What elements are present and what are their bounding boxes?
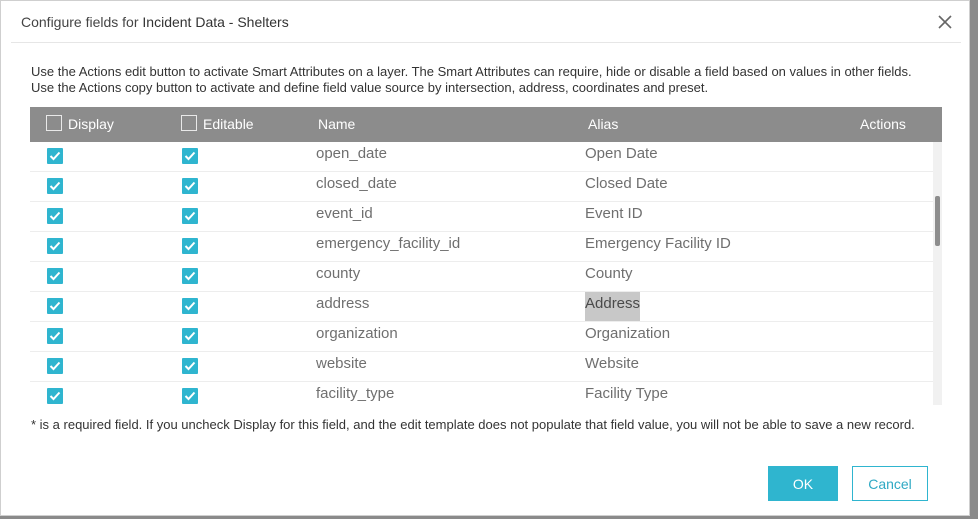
configure-fields-dialog: Configure fields for Incident Data - She…: [0, 0, 970, 516]
editable-checkbox[interactable]: [182, 328, 198, 344]
header-name: Name: [318, 116, 356, 132]
table-row[interactable]: event_id Event ID: [30, 202, 934, 232]
header-actions: Actions: [860, 116, 906, 132]
field-name: organization: [316, 325, 398, 342]
table-row[interactable]: website Website: [30, 352, 934, 382]
display-checkbox[interactable]: [47, 298, 63, 314]
dialog-title: Configure fields for Incident Data - She…: [21, 14, 289, 30]
field-alias[interactable]: Emergency Facility ID: [585, 232, 731, 261]
field-alias[interactable]: Open Date: [585, 142, 658, 171]
editable-checkbox[interactable]: [182, 388, 198, 404]
table-header: Display Editable Name Alias Actions: [30, 107, 942, 142]
display-checkbox[interactable]: [47, 388, 63, 404]
dialog-titlebar: Configure fields for Incident Data - She…: [11, 1, 961, 43]
editable-checkbox[interactable]: [182, 298, 198, 314]
field-name: address: [316, 295, 370, 312]
dialog-description: Use the Actions edit button to activate …: [31, 64, 912, 95]
editable-checkbox[interactable]: [182, 268, 198, 284]
editable-checkbox[interactable]: [182, 148, 198, 164]
header-display: Display: [46, 107, 114, 142]
display-checkbox[interactable]: [47, 328, 63, 344]
close-icon: [938, 15, 952, 29]
required-field-footnote: * is a required field. If you uncheck Di…: [31, 417, 915, 432]
field-name: event_id: [316, 205, 373, 222]
display-checkbox[interactable]: [47, 268, 63, 284]
field-name: website: [316, 355, 367, 372]
field-name: open_date: [316, 145, 387, 162]
field-alias[interactable]: Website: [585, 352, 639, 381]
display-checkbox[interactable]: [47, 358, 63, 374]
display-checkbox[interactable]: [47, 148, 63, 164]
table-scrollbar[interactable]: [933, 142, 942, 405]
field-name: closed_date: [316, 175, 397, 192]
field-alias[interactable]: Address: [585, 292, 641, 321]
editable-checkbox[interactable]: [182, 178, 198, 194]
dialog-title-prefix: Configure fields for: [21, 14, 143, 30]
display-checkbox[interactable]: [47, 238, 63, 254]
header-editable: Editable: [181, 107, 254, 142]
table-row[interactable]: closed_date Closed Date: [30, 172, 934, 202]
table-row[interactable]: county County: [30, 262, 934, 292]
ok-button[interactable]: OK: [768, 466, 838, 501]
table-row[interactable]: address Address: [30, 292, 934, 322]
scrollbar-thumb[interactable]: [935, 196, 940, 246]
fields-table-body: open_date Open Date closed_date Closed Date…: [30, 142, 942, 405]
editable-checkbox[interactable]: [182, 238, 198, 254]
field-name: facility_type: [316, 385, 395, 402]
display-all-checkbox[interactable]: [46, 115, 62, 132]
field-alias[interactable]: County: [585, 262, 633, 291]
field-alias[interactable]: Closed Date: [585, 172, 668, 201]
close-button[interactable]: [935, 12, 955, 32]
editable-all-checkbox[interactable]: [181, 115, 197, 132]
header-editable-label: Editable: [203, 116, 254, 132]
display-checkbox[interactable]: [47, 178, 63, 194]
cancel-button[interactable]: Cancel: [852, 466, 928, 501]
display-checkbox[interactable]: [47, 208, 63, 224]
field-name: emergency_facility_id: [316, 235, 461, 252]
header-alias: Alias: [588, 116, 619, 132]
field-alias[interactable]: Organization: [585, 322, 670, 351]
field-name: county: [316, 265, 361, 282]
field-alias[interactable]: Event ID: [585, 202, 643, 231]
editable-checkbox[interactable]: [182, 208, 198, 224]
table-row[interactable]: open_date Open Date: [30, 142, 934, 172]
editable-checkbox[interactable]: [182, 358, 198, 374]
header-display-label: Display: [68, 116, 114, 132]
dialog-title-layer: Incident Data - Shelters: [142, 14, 289, 30]
table-row[interactable]: facility_type Facility Type: [30, 382, 934, 405]
field-alias[interactable]: Facility Type: [585, 382, 668, 405]
table-row[interactable]: organization Organization: [30, 322, 934, 352]
table-row[interactable]: emergency_facility_id Emergency Facility …: [30, 232, 934, 262]
